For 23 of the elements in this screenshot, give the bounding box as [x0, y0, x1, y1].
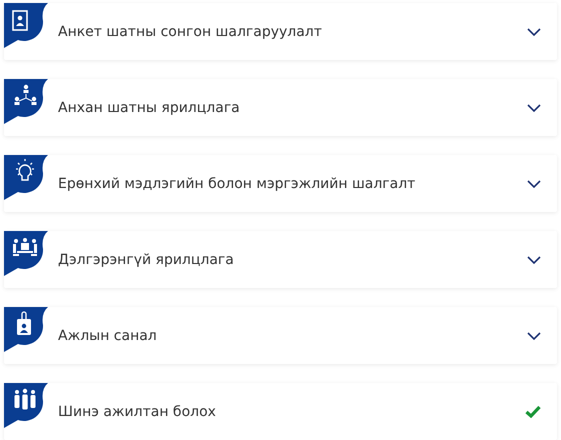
- step-icon: [4, 383, 48, 428]
- step-icon: [4, 155, 48, 200]
- chevron-down-icon[interactable]: [527, 332, 541, 340]
- step-title: Анкет шатны сонгон шалгаруулалт: [58, 24, 323, 40]
- step-title: Анхан шатны ярилцлага: [58, 100, 241, 116]
- step-card[interactable]: Ажлын санал: [4, 307, 557, 364]
- step-icon: [4, 231, 48, 276]
- step-title: Шинэ ажилтан болох: [58, 404, 217, 420]
- step-card[interactable]: Ерөнхий мэдлэгийн болон мэргэжлийн шалгалт: [4, 155, 557, 212]
- step-title: Дэлгэрэнгүй ярилцлага: [58, 252, 235, 268]
- step-card[interactable]: Анхан шатны ярилцлага: [4, 79, 557, 136]
- step-card[interactable]: Анкет шатны сонгон шалгаруулалт: [4, 3, 557, 60]
- chevron-down-icon[interactable]: [527, 28, 541, 36]
- chevron-down-icon[interactable]: [527, 104, 541, 112]
- step-card[interactable]: Дэлгэрэнгүй ярилцлага: [4, 231, 557, 288]
- step-card[interactable]: Шинэ ажилтан болох: [4, 383, 557, 440]
- chevron-down-icon[interactable]: [527, 256, 541, 264]
- step-icon: [4, 3, 48, 48]
- step-icon: [4, 79, 48, 124]
- step-title: Ажлын санал: [58, 328, 158, 344]
- step-title: Ерөнхий мэдлэгийн болон мэргэжлийн шалгалт: [58, 176, 416, 192]
- step-icon: [4, 307, 48, 352]
- chevron-down-icon[interactable]: [527, 180, 541, 188]
